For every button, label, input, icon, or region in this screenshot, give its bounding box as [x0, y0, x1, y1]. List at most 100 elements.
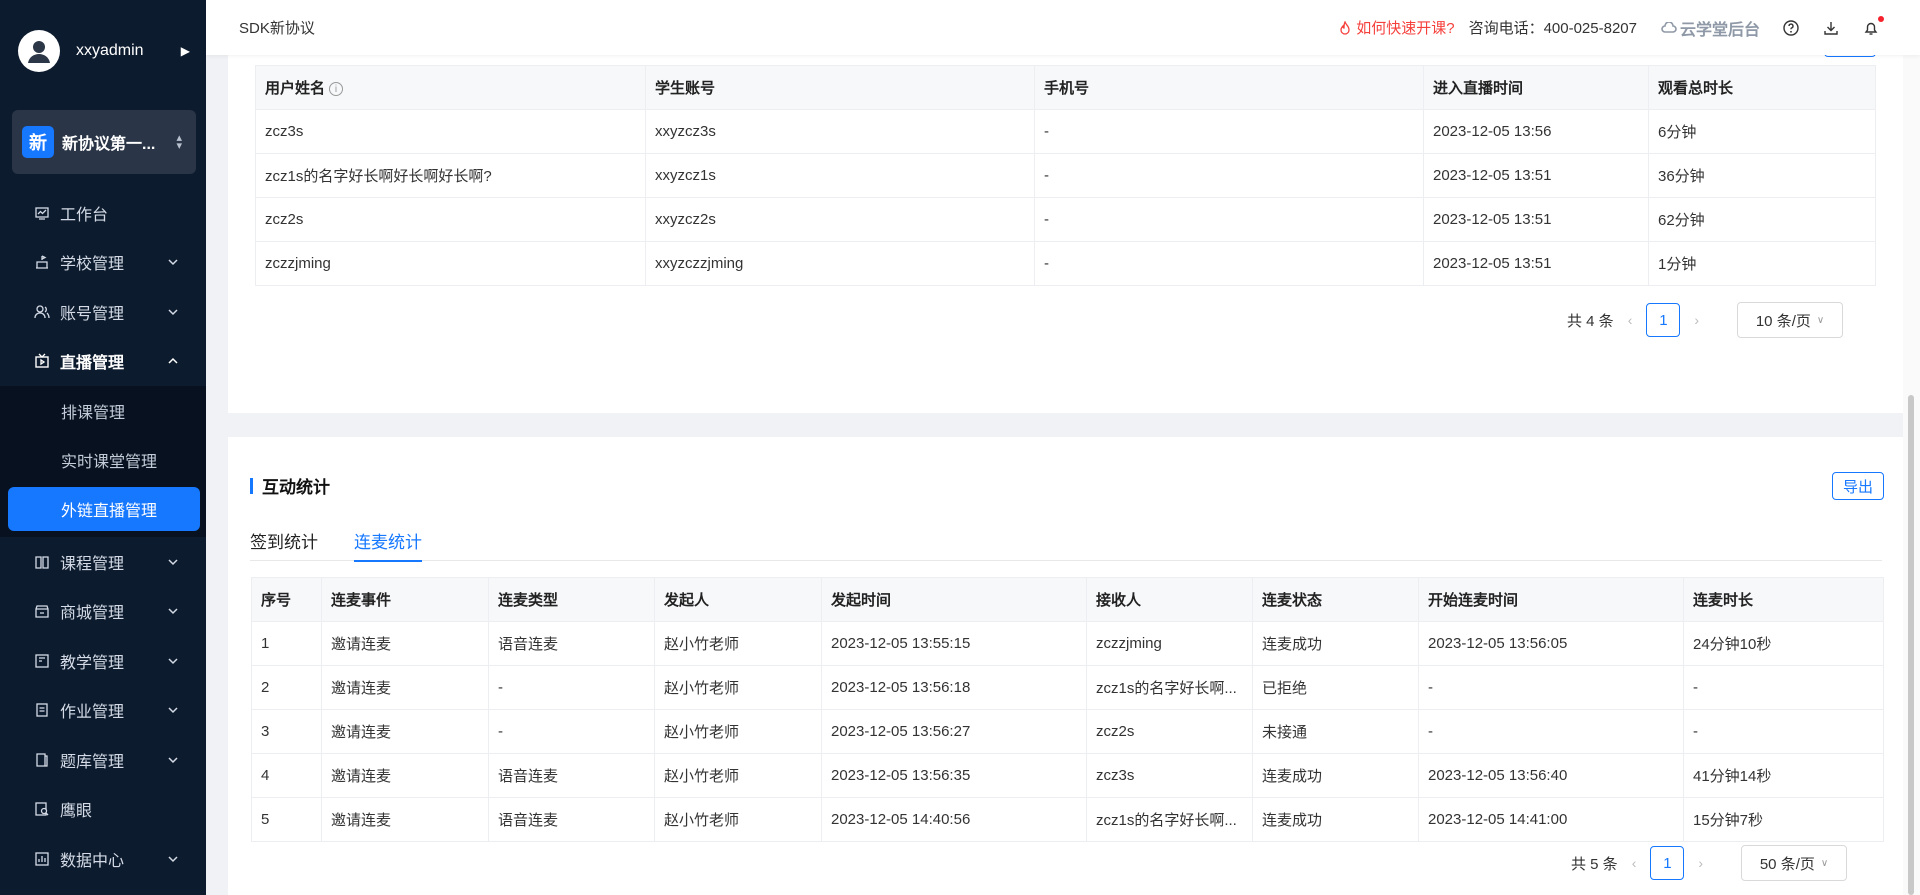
table-cell: zcz2s — [255, 197, 646, 242]
table-cell: 15分钟7秒 — [1683, 797, 1884, 842]
sidebar-item-label: 工作台 — [60, 206, 109, 224]
page-title: SDK新协议 — [239, 20, 315, 37]
page-scrollbar[interactable] — [1903, 55, 1920, 895]
user-menu[interactable]: xxyadmin ▶ — [0, 0, 206, 102]
page-size-select[interactable]: 50 条/页 ∨ — [1741, 845, 1848, 881]
table-cell: 2023-12-05 13:51 — [1423, 153, 1649, 198]
sidebar-item-course[interactable]: 课程管理 — [0, 537, 206, 587]
table-cell: zcz2s — [1086, 709, 1253, 754]
table-cell: 连麦成功 — [1252, 621, 1419, 666]
question-bank-icon — [34, 752, 50, 768]
table-cell: xxyzcz2s — [645, 197, 1035, 242]
column-header: 发起时间 — [821, 577, 1087, 622]
sidebar-subitem[interactable]: 实时课堂管理 — [0, 436, 206, 486]
table-row: zcz3s xxyzcz3s -2023-12-05 13:56 6分钟 — [255, 109, 1876, 154]
table-cell: 已拒绝 — [1252, 665, 1419, 710]
table-row: 3 邀请连麦 - 赵小竹老师 2023-12-05 13:56:27 zcz2s 未接通 - - — [251, 709, 1884, 754]
table-cell: 邀请连麦 — [321, 797, 489, 842]
sidebar-item-shop[interactable]: 商城管理 — [0, 587, 206, 637]
export-button-top[interactable] — [1824, 55, 1876, 57]
prev-page-icon[interactable]: ‹ — [1628, 312, 1633, 328]
download-icon[interactable] — [1822, 19, 1840, 37]
export-button[interactable]: 导出 — [1832, 472, 1884, 500]
sidebar-item-label: 教学管理 — [60, 654, 125, 672]
consult-phone: 咨询电话：400-025-8207 — [1468, 20, 1637, 37]
table-cell: 赵小竹老师 — [654, 621, 822, 666]
page-1-button[interactable]: 1 — [1646, 303, 1681, 337]
avatar — [18, 30, 60, 72]
sidebar-item-label: 作业管理 — [60, 704, 125, 722]
table-cell: 2023-12-05 13:51 — [1423, 241, 1649, 286]
page-1-button[interactable]: 1 — [1650, 846, 1685, 880]
sidebar-item-eagle-eye[interactable]: 鹰眼 — [0, 785, 206, 835]
column-header: 发起人 — [654, 577, 822, 622]
table-cell: 邀请连麦 — [321, 621, 489, 666]
table-cell: 赵小竹老师 — [654, 797, 822, 842]
chevron-down-icon: ∨ — [1816, 314, 1825, 326]
quick-start-link[interactable]: 如何快速开课? — [1338, 17, 1455, 38]
school-icon — [34, 254, 50, 270]
caret-right-icon: ▶ — [180, 44, 190, 58]
table-row: zczzjming xxyzczzjming -2023-12-05 13:51 1分… — [255, 241, 1876, 286]
chevron-down-icon — [166, 753, 180, 767]
table-cell: 2023-12-05 13:56 — [1423, 109, 1649, 154]
table-cell: 2023-12-05 14:41:00 — [1418, 797, 1684, 842]
sidebar-item-teaching[interactable]: 教学管理 — [0, 636, 206, 686]
brand-logo: 云学堂后台 — [1661, 16, 1760, 40]
table-cell: 6分钟 — [1648, 109, 1876, 154]
chevron-down-icon: ∨ — [1820, 857, 1829, 869]
table-cell: - — [1034, 197, 1424, 242]
column-header: 连麦事件 — [321, 577, 489, 622]
table-row: 5 邀请连麦 语音连麦 赵小竹老师 2023-12-05 14:40:56 zcz1s的名… — [251, 797, 1884, 842]
course-icon — [34, 554, 50, 570]
column-header: 接收人 — [1086, 577, 1253, 622]
info-icon[interactable]: i — [329, 82, 344, 97]
school-switcher[interactable]: 新 新协议第一... ▴ ▾ — [12, 110, 196, 174]
tab-checkin-stats[interactable]: 签到统计 — [250, 519, 318, 561]
table-row: 1 邀请连麦 语音连麦 赵小竹老师 2023-12-05 13:55:15 zczzjmi… — [251, 621, 1884, 666]
sidebar-item-homework[interactable]: 作业管理 — [0, 686, 206, 736]
table-cell: 语音连麦 — [488, 621, 655, 666]
column-header: 学生账号 — [645, 65, 1035, 110]
sidebar-item-school[interactable]: 学校管理 — [0, 238, 206, 288]
table-cell: - — [1683, 665, 1884, 710]
table-cell: xxyzcz1s — [645, 153, 1035, 198]
table-cell: 2023-12-05 13:56:18 — [821, 665, 1087, 710]
prev-page-icon[interactable]: ‹ — [1632, 855, 1637, 871]
main-content: 用户姓名 i 学生账号 手机号 进入直播时间 观看总时长 zcz3s xxyzcz3s -20… — [206, 55, 1903, 895]
table-cell: 连麦成功 — [1252, 753, 1419, 798]
sidebar-item-data-center[interactable]: 数据中心 — [0, 834, 206, 884]
tab-mic-stats[interactable]: 连麦统计 — [354, 519, 422, 562]
submenu-live: 排课管理 实时课堂管理 外链直播管理 — [0, 386, 206, 537]
school-badge: 新 — [22, 126, 54, 158]
chevron-down-icon — [166, 305, 180, 319]
next-page-icon[interactable]: › — [1698, 855, 1703, 871]
table-cell: 2023-12-05 13:56:27 — [821, 709, 1087, 754]
table-cell: zcz3s — [1086, 753, 1253, 798]
sidebar-item-label: 直播管理 — [60, 355, 125, 373]
top-header: SDK新协议 如何快速开课? 咨询电话：400-025-8207 云学堂后台 — [206, 0, 1920, 55]
sidebar-item-live[interactable]: 直播管理 — [0, 337, 206, 387]
sidebar-item-label: 鹰眼 — [60, 803, 93, 821]
viewer-card: 用户姓名 i 学生账号 手机号 进入直播时间 观看总时长 zcz3s xxyzcz3s -20… — [228, 55, 1903, 413]
eagle-eye-icon — [34, 801, 50, 817]
sidebar-subitem[interactable]: 排课管理 — [0, 386, 206, 436]
total-count: 共 5 条 — [1571, 855, 1618, 873]
sidebar-item-account[interactable]: 账号管理 — [0, 287, 206, 337]
chevron-down-icon — [166, 654, 180, 668]
notification-bell-icon[interactable] — [1862, 15, 1884, 37]
sidebar-item-question-bank[interactable]: 题库管理 — [0, 735, 206, 785]
sidebar-subitem[interactable]: 外链直播管理 — [8, 487, 200, 531]
section-title: 互动统计 — [250, 473, 330, 498]
page-size-select[interactable]: 10 条/页 ∨ — [1737, 302, 1844, 338]
next-page-icon[interactable]: › — [1694, 312, 1699, 328]
help-icon[interactable] — [1782, 19, 1800, 37]
table-cell: xxyzczzjming — [645, 241, 1035, 286]
sidebar-item-dashboard[interactable]: 工作台 — [0, 188, 206, 238]
scrollbar-thumb[interactable] — [1908, 395, 1914, 895]
table-cell: - — [1034, 109, 1424, 154]
table-cell: 1分钟 — [1648, 241, 1876, 286]
table-cell: - — [1034, 153, 1424, 198]
table-cell: 邀请连麦 — [321, 753, 489, 798]
table-cell: 2 — [251, 665, 322, 710]
